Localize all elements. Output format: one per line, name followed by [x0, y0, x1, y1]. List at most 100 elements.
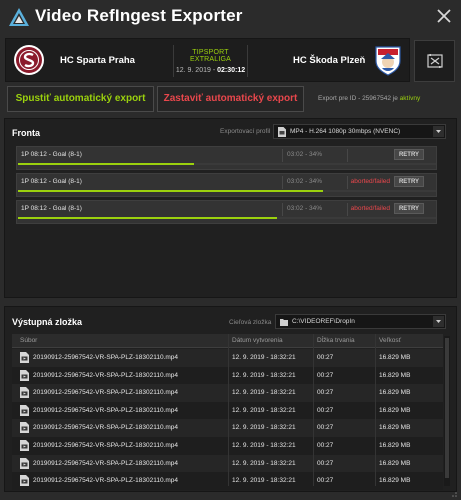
file-duration: 00:27 [317, 442, 334, 449]
video-file-icon [20, 422, 29, 434]
settings-button[interactable] [414, 40, 455, 82]
export-status: aktívny [399, 95, 421, 102]
queue-item-progress: 03:02 - 34% [287, 178, 323, 185]
column-duration[interactable]: Dĺžka trvania [317, 337, 355, 344]
file-duration: 00:27 [317, 371, 334, 379]
chevron-down-icon [433, 316, 444, 327]
export-profile-label: Exportovací profil [220, 128, 271, 135]
file-size: 16.829 MB [379, 459, 411, 467]
file-size: 16.829 MB [379, 477, 411, 485]
close-icon[interactable] [434, 6, 454, 26]
file-name: 20190912-25967542-VR-SPA-PLZ-18302110.mp… [33, 354, 179, 361]
retry-button[interactable]: RETRY [394, 149, 424, 160]
queue-item-name: 1P 08:12 - Goal (8-1) [21, 151, 82, 158]
video-file-icon [20, 457, 29, 469]
target-folder-label: Cieľová zložka [229, 319, 272, 326]
file-size: 16.829 MB [379, 354, 411, 361]
file-size: 16.829 MB [379, 371, 411, 379]
queue-item-name: 1P 08:12 - Goal (8-1) [21, 205, 82, 212]
folder-icon [280, 319, 288, 326]
match-date: 12. 9. 2019 - [175, 67, 216, 74]
queue-item-status: aborted/failed [350, 178, 390, 185]
column-divider [313, 334, 314, 486]
file-created: 12. 9. 2019 - 18:32:21 [232, 424, 296, 432]
queue-divider [282, 203, 283, 216]
stop-export-button[interactable]: Zastaviť automatický export [157, 86, 304, 112]
column-divider [228, 334, 229, 486]
file-name: 20190912-25967542-VR-SPA-PLZ-18302110.mp… [33, 406, 179, 414]
file-name: 20190912-25967542-VR-SPA-PLZ-18302110.mp… [33, 442, 179, 449]
queue-item[interactable]: 1P 08:12 - Goal (8-1) 03:02 - 34% RETRY [16, 146, 437, 170]
queue-item-progress: 03:02 - 34% [287, 151, 323, 158]
queue-item-name: 1P 08:12 - Goal (8-1) [21, 178, 82, 185]
file-created: 12. 9. 2019 - 18:32:21 [232, 442, 296, 449]
video-file-icon [20, 387, 29, 399]
target-folder-select[interactable]: C:\VIDEOREF\DropIn [275, 314, 446, 329]
settings-icon [427, 54, 443, 68]
file-duration: 00:27 [317, 459, 334, 467]
match-datetime: 12. 9. 2019 - 02:30:12 [174, 67, 247, 74]
queue-item-progress: 03:02 - 34% [287, 205, 323, 212]
queue-progress-bar [18, 163, 436, 165]
queue-progress-bar [18, 190, 436, 192]
home-team-name: HC Sparta Praha [60, 55, 135, 66]
chevron-down-icon [433, 126, 444, 137]
column-file[interactable]: Súbor [20, 337, 37, 344]
video-file-icon [20, 475, 29, 487]
queue-progress-fill [18, 163, 194, 165]
export-id-status: Export pre ID - 25967542 je aktívny [318, 95, 420, 102]
video-file-icon [20, 404, 29, 416]
file-duration: 00:27 [317, 389, 334, 397]
queue-item[interactable]: 1P 08:12 - Goal (8-1) 03:02 - 34% aborted/… [16, 200, 437, 224]
sparta-logo-icon [14, 45, 44, 75]
video-file-icon [20, 440, 29, 451]
file-name: 20190912-25967542-VR-SPA-PLZ-18302110.mp… [33, 371, 179, 379]
video-file-icon [278, 127, 286, 137]
file-duration: 00:27 [317, 354, 334, 361]
file-name: 20190912-25967542-VR-SPA-PLZ-18302110.mp… [33, 389, 179, 397]
retry-button[interactable]: RETRY [394, 203, 424, 214]
file-created: 12. 9. 2019 - 18:32:21 [232, 477, 296, 485]
file-duration: 00:27 [317, 406, 334, 414]
file-created: 12. 9. 2019 - 18:32:21 [232, 389, 296, 397]
queue-title: Fronta [12, 128, 40, 138]
export-id-text: Export pre ID - 25967542 je [318, 95, 398, 102]
queue-divider [282, 149, 283, 162]
file-name: 20190912-25967542-VR-SPA-PLZ-18302110.mp… [33, 459, 179, 467]
file-name: 20190912-25967542-VR-SPA-PLZ-18302110.mp… [33, 477, 179, 485]
queue-item-status: aborted/failed [350, 205, 390, 212]
scrollbar-thumb[interactable] [445, 338, 449, 478]
queue-divider [282, 176, 283, 189]
file-size: 16.829 MB [379, 442, 411, 449]
resize-grip-icon[interactable] [448, 490, 458, 498]
files-scrollbar[interactable] [444, 336, 450, 486]
output-title: Výstupná zložka [12, 317, 83, 327]
match-time: 02:30:12 [217, 67, 246, 74]
file-created: 12. 9. 2019 - 18:32:21 [232, 354, 296, 361]
queue-progress-bar [18, 217, 436, 219]
queue-progress-fill [18, 217, 278, 219]
file-size: 16.829 MB [379, 424, 411, 432]
file-size: 16.829 MB [379, 389, 411, 397]
column-size[interactable]: Veľkosť [379, 337, 401, 344]
export-profile-select[interactable]: MP4 - H.264 1080p 30mbps (NVENC) [273, 124, 446, 139]
title-bar: Video RefIngest Exporter [0, 0, 461, 33]
target-folder-value: C:\VIDEOREF\DropIn [292, 318, 355, 325]
queue-item[interactable]: 1P 08:12 - Goal (8-1) 03:02 - 34% aborted/… [16, 173, 437, 197]
file-name: 20190912-25967542-VR-SPA-PLZ-18302110.mp… [33, 424, 179, 432]
league-info: TIPSPORT EXTRALIGA 12. 9. 2019 - 02:30:1… [173, 45, 248, 77]
plzen-logo-icon [375, 46, 401, 76]
app-logo-icon [9, 8, 29, 26]
queue-progress-fill [18, 190, 324, 192]
app-title: Video RefIngest Exporter [35, 6, 243, 25]
export-profile-value: MP4 - H.264 1080p 30mbps (NVENC) [290, 128, 401, 135]
start-export-button[interactable]: Spustiť automatický export [7, 86, 154, 112]
file-size: 16.829 MB [379, 406, 411, 414]
video-file-icon [20, 352, 29, 363]
column-divider [375, 334, 376, 486]
league-name: TIPSPORT EXTRALIGA [189, 49, 232, 63]
column-created[interactable]: Dátum vytvorenia [232, 337, 283, 344]
retry-button[interactable]: RETRY [394, 176, 424, 187]
file-created: 12. 9. 2019 - 18:32:21 [232, 371, 296, 379]
match-header: HC Sparta Praha TIPSPORT EXTRALIGA 12. 9… [5, 38, 410, 82]
